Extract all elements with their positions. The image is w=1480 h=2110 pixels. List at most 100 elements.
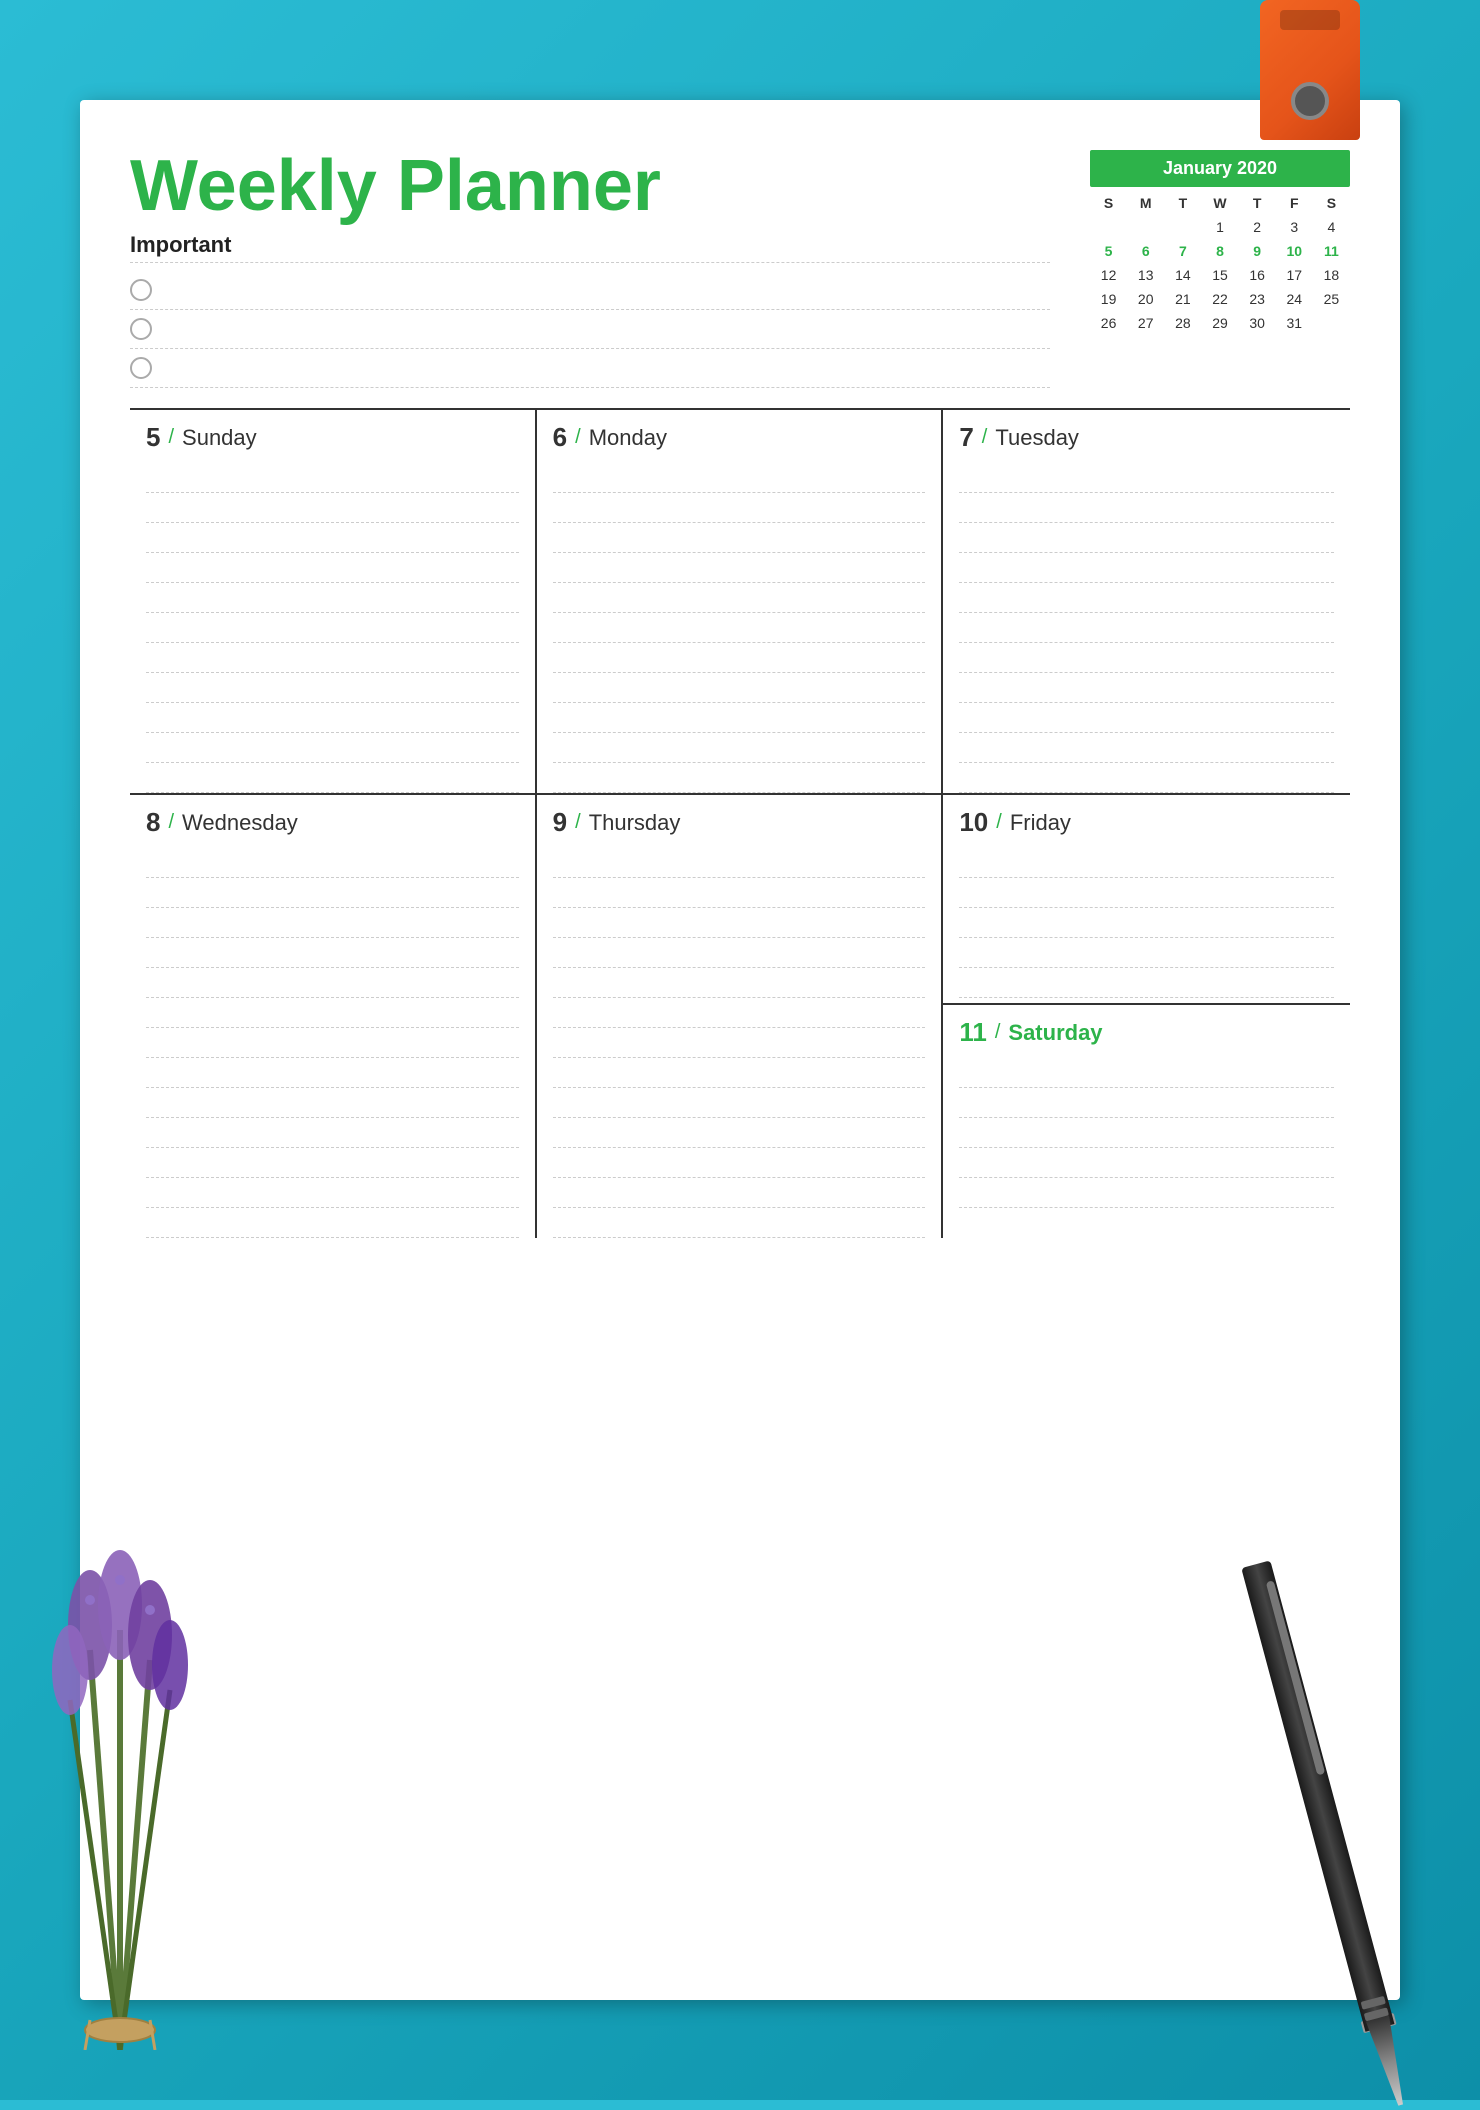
day-line[interactable] xyxy=(553,583,926,613)
day-line[interactable] xyxy=(146,1178,519,1208)
day-line[interactable] xyxy=(959,968,1334,998)
day-line[interactable] xyxy=(553,1088,926,1118)
day-line[interactable] xyxy=(146,733,519,763)
day-line[interactable] xyxy=(146,523,519,553)
lavender-decoration xyxy=(0,1450,280,2050)
day-line[interactable] xyxy=(553,968,926,998)
day-line[interactable] xyxy=(553,733,926,763)
day-line[interactable] xyxy=(146,643,519,673)
day-line[interactable] xyxy=(553,673,926,703)
cal-header-s2: S xyxy=(1313,191,1350,215)
day-line[interactable] xyxy=(146,763,519,793)
todo-circle-2[interactable] xyxy=(130,318,152,340)
day-line[interactable] xyxy=(146,583,519,613)
day-line[interactable] xyxy=(959,1178,1334,1208)
day-cell-friday-saturday: 10 / Friday 11 / Saturday xyxy=(943,795,1350,1238)
day-line[interactable] xyxy=(146,613,519,643)
day-line[interactable] xyxy=(553,1208,926,1238)
day-line[interactable] xyxy=(959,1088,1334,1118)
day-line[interactable] xyxy=(553,1178,926,1208)
wednesday-number: 8 xyxy=(146,807,160,838)
day-line[interactable] xyxy=(553,493,926,523)
day-line[interactable] xyxy=(146,848,519,878)
day-line[interactable] xyxy=(146,673,519,703)
day-line[interactable] xyxy=(553,938,926,968)
day-line[interactable] xyxy=(146,938,519,968)
saturday-header: 11 / Saturday xyxy=(959,1017,1334,1048)
day-line[interactable] xyxy=(146,463,519,493)
day-line[interactable] xyxy=(959,908,1334,938)
day-line[interactable] xyxy=(959,703,1334,733)
day-line[interactable] xyxy=(959,878,1334,908)
friday-number: 10 xyxy=(959,807,988,838)
day-line[interactable] xyxy=(146,553,519,583)
cal-cell: 14 xyxy=(1164,263,1201,287)
day-line[interactable] xyxy=(959,1058,1334,1088)
day-line[interactable] xyxy=(553,1058,926,1088)
day-line[interactable] xyxy=(146,1058,519,1088)
day-line[interactable] xyxy=(553,643,926,673)
day-line[interactable] xyxy=(146,1088,519,1118)
cal-cell: 31 xyxy=(1276,311,1313,335)
todo-item-3[interactable] xyxy=(130,349,1050,388)
day-line[interactable] xyxy=(959,643,1334,673)
day-line[interactable] xyxy=(959,1118,1334,1148)
day-line[interactable] xyxy=(959,733,1334,763)
cal-cell xyxy=(1127,215,1164,239)
day-line[interactable] xyxy=(553,703,926,733)
important-label: Important xyxy=(130,232,1050,263)
day-line[interactable] xyxy=(553,848,926,878)
day-line[interactable] xyxy=(146,1208,519,1238)
day-line[interactable] xyxy=(553,998,926,1028)
day-line[interactable] xyxy=(959,938,1334,968)
day-line[interactable] xyxy=(959,763,1334,793)
tuesday-slash: / xyxy=(982,426,988,449)
cal-cell: 24 xyxy=(1276,287,1313,311)
day-line[interactable] xyxy=(146,1148,519,1178)
day-line[interactable] xyxy=(146,968,519,998)
day-line[interactable] xyxy=(553,878,926,908)
thursday-slash: / xyxy=(575,811,581,834)
cal-header-t1: T xyxy=(1164,191,1201,215)
day-line[interactable] xyxy=(959,493,1334,523)
day-line[interactable] xyxy=(553,1118,926,1148)
todo-circle-1[interactable] xyxy=(130,279,152,301)
todo-item-2[interactable] xyxy=(130,310,1050,349)
day-line[interactable] xyxy=(146,1028,519,1058)
day-line[interactable] xyxy=(959,673,1334,703)
day-line[interactable] xyxy=(553,908,926,938)
day-line[interactable] xyxy=(959,848,1334,878)
day-line[interactable] xyxy=(146,703,519,733)
friday-header: 10 / Friday xyxy=(959,807,1334,838)
cal-cell: 3 xyxy=(1276,215,1313,239)
todo-circle-3[interactable] xyxy=(130,357,152,379)
tuesday-number: 7 xyxy=(959,422,973,453)
day-line[interactable] xyxy=(553,1028,926,1058)
title-section: Weekly Planner Important xyxy=(130,150,1050,388)
day-line[interactable] xyxy=(553,1148,926,1178)
day-line[interactable] xyxy=(146,1118,519,1148)
day-line[interactable] xyxy=(146,878,519,908)
day-line[interactable] xyxy=(959,583,1334,613)
day-line[interactable] xyxy=(553,763,926,793)
day-line[interactable] xyxy=(146,493,519,523)
day-line[interactable] xyxy=(146,998,519,1028)
day-line[interactable] xyxy=(959,1148,1334,1178)
days-top-row: 5 / Sunday 6 / Monday 7 / Tuesday xyxy=(130,408,1350,793)
cal-cell: 19 xyxy=(1090,287,1127,311)
day-line[interactable] xyxy=(553,463,926,493)
day-line[interactable] xyxy=(959,553,1334,583)
tuesday-lines xyxy=(959,463,1334,793)
day-line[interactable] xyxy=(553,553,926,583)
cal-cell: 7 xyxy=(1164,239,1201,263)
day-line[interactable] xyxy=(553,613,926,643)
day-line[interactable] xyxy=(553,523,926,553)
saturday-name: Saturday xyxy=(1008,1020,1102,1046)
cal-cell: 23 xyxy=(1239,287,1276,311)
day-line[interactable] xyxy=(959,463,1334,493)
day-line[interactable] xyxy=(959,523,1334,553)
todo-item-1[interactable] xyxy=(130,271,1050,310)
day-line[interactable] xyxy=(146,908,519,938)
saturday-slash: / xyxy=(995,1021,1001,1044)
day-line[interactable] xyxy=(959,613,1334,643)
